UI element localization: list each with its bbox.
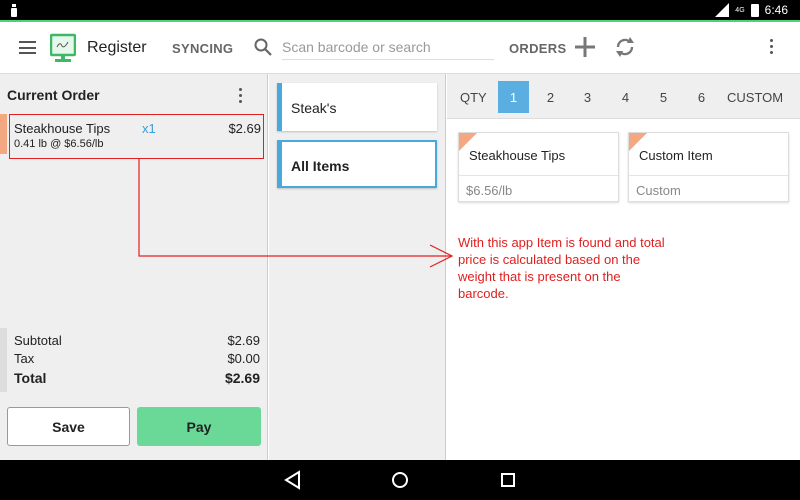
recents-icon[interactable] bbox=[498, 470, 518, 490]
qty-option-6[interactable]: 6 bbox=[686, 81, 717, 113]
item-name: Custom Item bbox=[639, 148, 713, 163]
refresh-icon[interactable] bbox=[613, 35, 637, 59]
search-icon[interactable] bbox=[254, 38, 272, 56]
tax-label: Tax bbox=[14, 351, 35, 366]
battery-icon bbox=[750, 3, 759, 17]
back-icon[interactable] bbox=[283, 470, 303, 490]
subtotal-value: $2.69 bbox=[227, 333, 260, 348]
orders-button[interactable]: ORDERS bbox=[509, 41, 566, 56]
category-panel: Steak's All Items bbox=[269, 74, 446, 460]
line-item-accent bbox=[0, 114, 7, 154]
app-title: Register bbox=[87, 39, 147, 56]
totals-accent bbox=[0, 328, 7, 392]
current-order-panel: Current Order Steakhouse Tips x1 $2.69 0… bbox=[0, 74, 268, 460]
app-bar: Register SYNCING ORDERS bbox=[0, 22, 800, 74]
line-item-name: Steakhouse Tips bbox=[14, 121, 111, 136]
qty-option-4[interactable]: 4 bbox=[610, 81, 641, 113]
overflow-menu-icon[interactable] bbox=[768, 39, 774, 55]
order-line-item[interactable]: Steakhouse Tips x1 $2.69 0.41 lb @ $6.56… bbox=[0, 114, 268, 159]
clock: 6:46 bbox=[764, 3, 788, 17]
search-input[interactable] bbox=[282, 34, 494, 60]
qty-option-5[interactable]: 5 bbox=[648, 81, 679, 113]
tax-row: Tax $0.00 bbox=[14, 351, 260, 366]
qty-option-1[interactable]: 1 bbox=[498, 81, 529, 113]
total-label: Total bbox=[14, 370, 47, 386]
item-name: Steakhouse Tips bbox=[469, 148, 566, 163]
navigation-bar bbox=[0, 460, 800, 500]
total-row: Total $2.69 bbox=[14, 370, 260, 386]
line-item-qty: x1 bbox=[142, 121, 156, 136]
home-icon[interactable] bbox=[390, 470, 410, 490]
qty-option-2[interactable]: 2 bbox=[535, 81, 566, 113]
sync-status[interactable]: SYNCING bbox=[172, 41, 233, 56]
tax-value: $0.00 bbox=[227, 351, 260, 366]
pay-button[interactable]: Pay bbox=[137, 407, 261, 446]
menu-icon[interactable] bbox=[19, 41, 36, 54]
item-tile-steakhouse-tips[interactable]: Steakhouse Tips $6.56/lb bbox=[458, 132, 619, 202]
category-all-items[interactable]: All Items bbox=[277, 140, 437, 188]
order-totals: Subtotal $2.69 Tax $0.00 Total $2.69 bbox=[0, 328, 268, 392]
signal-icon bbox=[715, 3, 730, 17]
item-price: $6.56/lb bbox=[459, 175, 618, 198]
subtotal-label: Subtotal bbox=[14, 333, 62, 348]
register-logo-icon bbox=[50, 33, 76, 62]
item-tile-custom-item[interactable]: Custom Item Custom bbox=[628, 132, 789, 202]
save-button[interactable]: Save bbox=[7, 407, 130, 446]
current-order-title: Current Order bbox=[7, 87, 100, 103]
line-item-weight-detail: 0.41 lb @ $6.56/lb bbox=[14, 138, 104, 150]
total-value: $2.69 bbox=[224, 370, 260, 386]
item-price: Custom bbox=[629, 175, 788, 198]
network-type: 4G bbox=[735, 6, 745, 14]
quantity-bar: QTY 1 2 3 4 5 6 CUSTOM bbox=[447, 74, 800, 119]
line-item-price: $2.69 bbox=[228, 121, 261, 136]
notification-icon bbox=[11, 4, 17, 17]
order-menu-icon[interactable] bbox=[237, 88, 243, 104]
qty-option-3[interactable]: 3 bbox=[572, 81, 603, 113]
qty-label: QTY bbox=[460, 90, 487, 105]
category-steaks[interactable]: Steak's bbox=[277, 83, 437, 131]
qty-custom-button[interactable]: CUSTOM bbox=[727, 90, 783, 105]
annotation-text: With this app Item is found and total pr… bbox=[458, 235, 665, 301]
subtotal-row: Subtotal $2.69 bbox=[14, 333, 260, 348]
add-icon[interactable] bbox=[573, 35, 597, 59]
status-bar: 4G 6:46 bbox=[0, 0, 800, 22]
